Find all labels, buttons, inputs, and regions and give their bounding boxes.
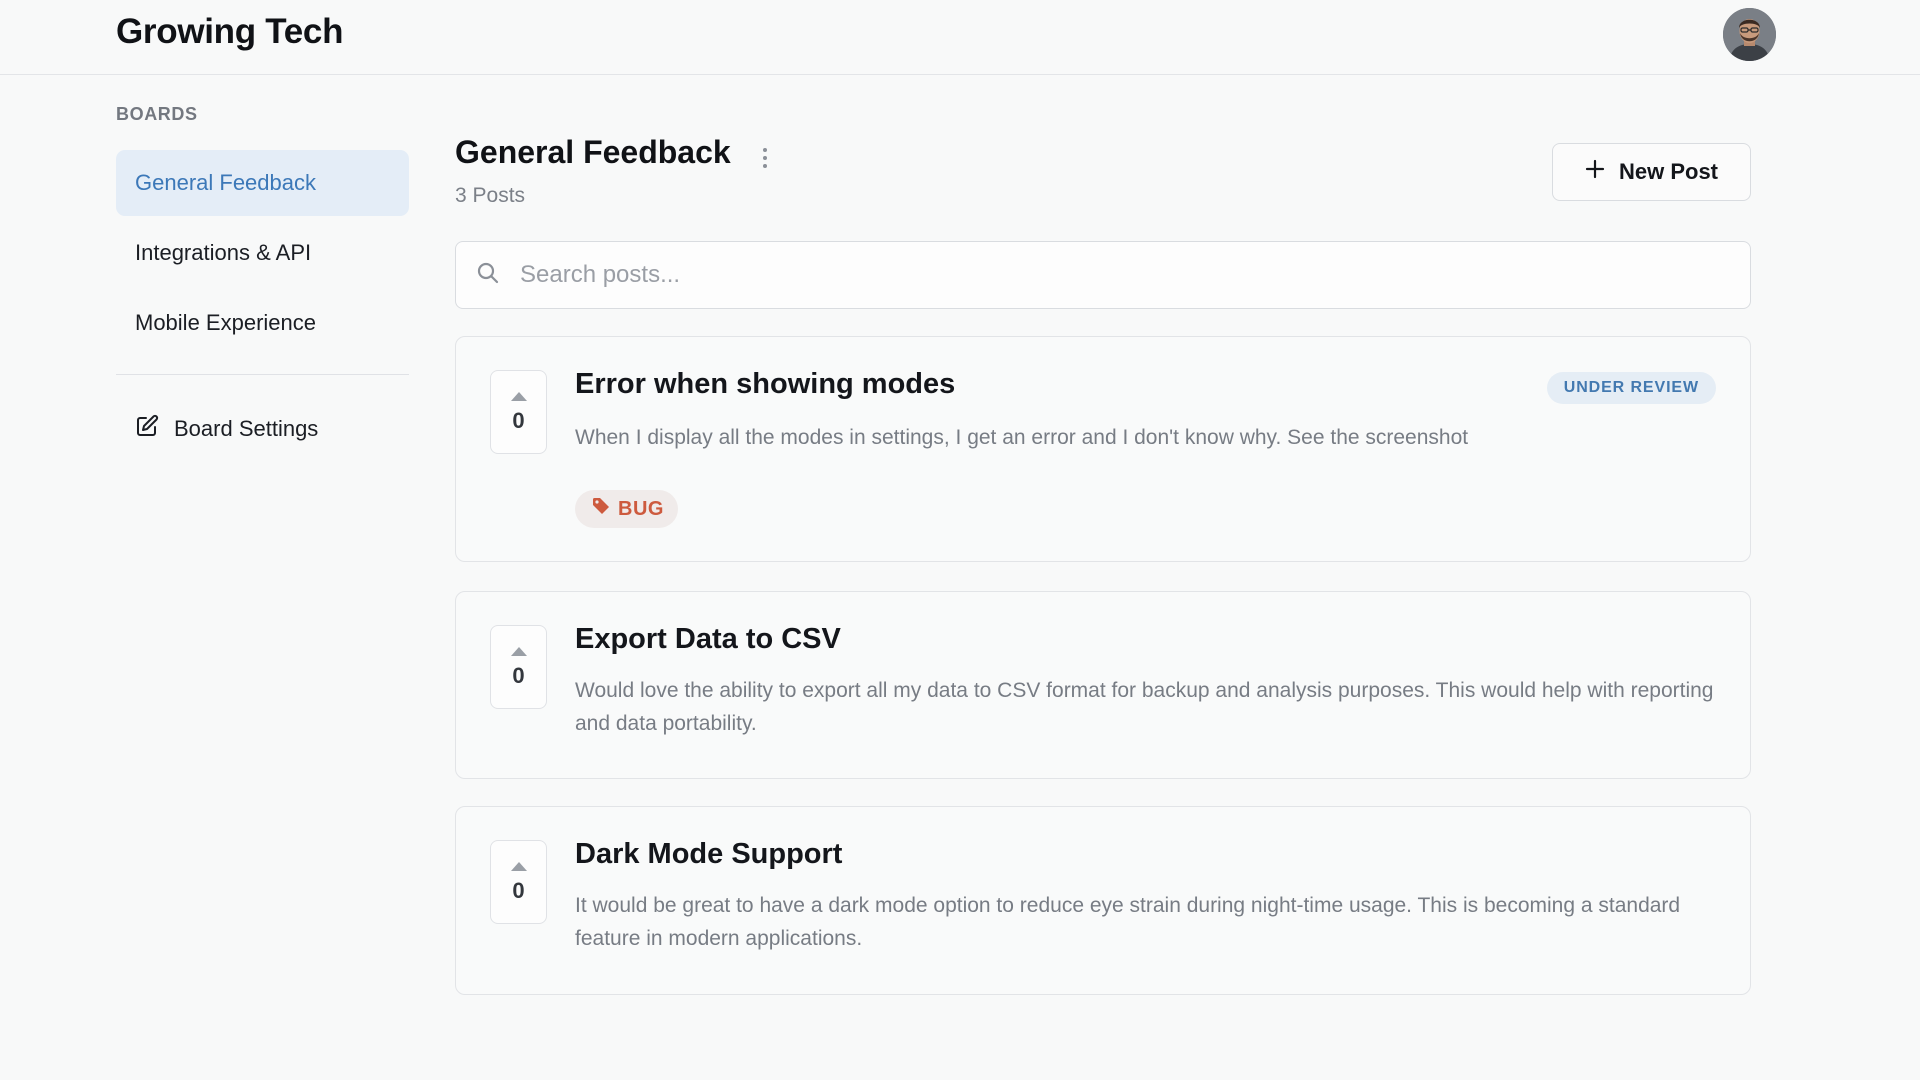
tag-badge[interactable]: BUG: [575, 490, 678, 528]
sidebar-divider: [116, 374, 409, 375]
upvote-button[interactable]: 0: [490, 840, 547, 924]
vote-count: 0: [512, 663, 525, 688]
sidebar-item-general-feedback[interactable]: General Feedback: [116, 150, 409, 216]
post-card[interactable]: 0 Dark Mode Support It would be great to…: [455, 806, 1751, 995]
upvote-button[interactable]: 0: [490, 625, 547, 709]
post-description: It would be great to have a dark mode op…: [575, 894, 1681, 950]
edit-icon: [135, 414, 159, 444]
upvote-arrow-icon: [510, 647, 527, 656]
top-bar: Growing Tech: [0, 0, 1920, 75]
app-title: Growing Tech: [116, 12, 344, 51]
post-title[interactable]: Error when showing modes: [575, 368, 955, 401]
new-post-button[interactable]: New Post: [1552, 143, 1751, 201]
tag-label: BUG: [618, 497, 664, 520]
sidebar-item-label: Integrations & API: [135, 240, 312, 265]
upvote-arrow-icon: [510, 862, 527, 871]
user-avatar-icon[interactable]: [1723, 8, 1776, 61]
board-title: General Feedback: [455, 134, 731, 170]
new-post-label: New Post: [1618, 159, 1719, 184]
status-badge: UNDER REVIEW: [1546, 372, 1716, 404]
boards-section-label: BOARDS: [116, 104, 198, 124]
search-bar: [455, 241, 1751, 309]
upvote-button[interactable]: 0: [490, 370, 547, 454]
post-title[interactable]: Export Data to CSV: [575, 623, 841, 656]
post-description: When I display all the modes in settings…: [575, 426, 1469, 449]
sidebar-item-integrations-api[interactable]: Integrations & API: [116, 220, 409, 286]
search-input[interactable]: [520, 261, 1720, 289]
board-settings-label: Board Settings: [174, 416, 319, 441]
post-count: 3 Posts: [455, 184, 526, 207]
sidebar-item-label: Mobile Experience: [135, 310, 316, 335]
post-card[interactable]: 0 Error when showing modes UNDER REVIEW …: [455, 336, 1751, 562]
tag-icon: [591, 496, 611, 522]
sidebar-item-mobile-experience[interactable]: Mobile Experience: [116, 290, 409, 356]
search-icon: [476, 261, 500, 290]
board-settings-button[interactable]: Board Settings: [116, 401, 409, 457]
post-description: Would love the ability to export all my …: [575, 679, 1714, 735]
post-card[interactable]: 0 Export Data to CSV Would love the abil…: [455, 591, 1751, 779]
vote-count: 0: [512, 878, 525, 903]
more-vertical-icon[interactable]: [758, 141, 772, 175]
post-title[interactable]: Dark Mode Support: [575, 838, 842, 871]
sidebar-item-label: General Feedback: [135, 170, 316, 195]
upvote-arrow-icon: [510, 392, 527, 401]
plus-icon: [1585, 159, 1605, 185]
vote-count: 0: [512, 408, 525, 433]
